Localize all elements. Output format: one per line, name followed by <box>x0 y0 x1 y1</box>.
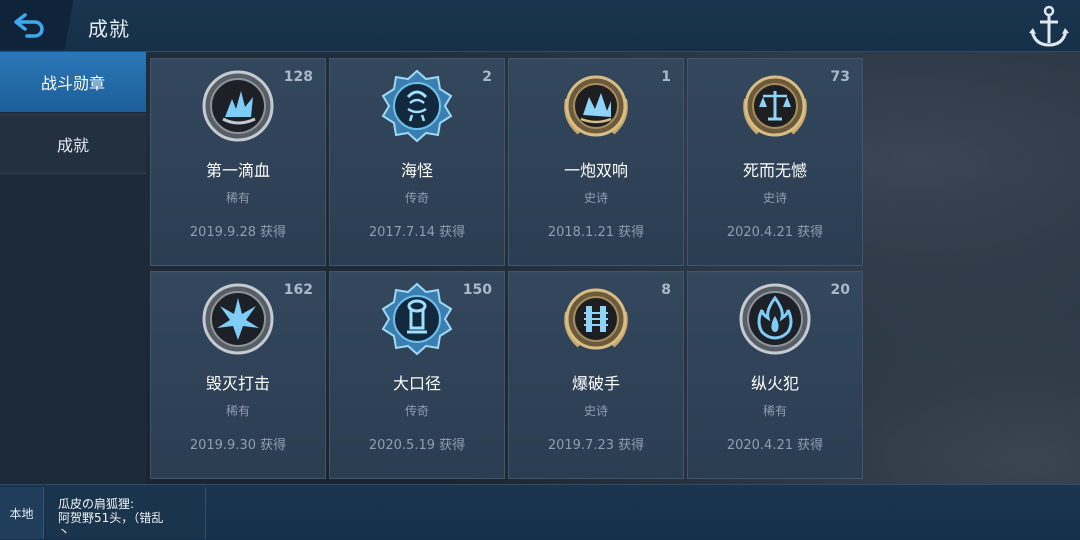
tab-battle-medals[interactable]: 战斗勋章 <box>0 52 146 112</box>
medal-rarity: 史诗 <box>762 191 787 205</box>
medal-name: 爆破手 <box>571 374 620 393</box>
back-button-slant <box>58 0 80 50</box>
medal-date: 2018.1.21 获得 <box>547 225 645 240</box>
kraken-icon <box>381 69 453 143</box>
double-shot-icon <box>564 75 628 137</box>
medal-date: 2020.4.21 获得 <box>726 225 824 240</box>
header-bar: 成就 <box>0 0 1080 52</box>
sidebar: 战斗勋章 成就 <box>0 52 146 484</box>
back-arrow-icon <box>14 13 44 38</box>
medal-card[interactable]: 8 爆破手 史诗 2019.7.23 获得 <box>508 271 684 479</box>
tab-achievements[interactable]: 成就 <box>0 114 146 174</box>
chat-line: 丶 <box>58 525 71 539</box>
medal-rarity: 传奇 <box>404 404 429 418</box>
cannon-icon <box>381 282 453 356</box>
medal-card[interactable]: 162 毁灭打击 稀有 2019.9.30 获得 <box>150 271 326 479</box>
medal-count: 20 <box>830 282 850 298</box>
medal-card[interactable]: 20 纵火犯 稀有 2020.4.21 获得 <box>687 271 863 479</box>
medal-card[interactable]: 150 大口径 传奇 2020.5.19 获得 <box>329 271 505 479</box>
medal-rarity: 稀有 <box>225 191 250 205</box>
chat-message-box[interactable]: 瓜皮の肩狐狸: 阿贺野51头，（错乱 丶 <box>46 487 206 539</box>
medal-card[interactable]: 73 死而无憾 史诗 2020.4.21 获得 <box>687 58 863 266</box>
medal-date: 2019.9.30 获得 <box>189 438 287 453</box>
medal-date: 2020.4.21 获得 <box>726 438 824 453</box>
medal-count: 1 <box>661 69 671 85</box>
back-button[interactable] <box>0 0 60 50</box>
scales-icon <box>743 75 807 137</box>
medal-count: 128 <box>283 69 313 85</box>
medal-count: 2 <box>482 69 492 85</box>
medal-grid: 128 第一滴血 稀有 2019.9.28 获得 2 海怪 传奇 2017.7.… <box>150 58 866 484</box>
medal-date: 2019.7.23 获得 <box>547 438 645 453</box>
anchor-icon <box>1029 5 1069 47</box>
chat-line: 瓜皮の肩狐狸: <box>58 497 135 511</box>
medal-name: 海怪 <box>400 161 433 180</box>
medal-card[interactable]: 128 第一滴血 稀有 2019.9.28 获得 <box>150 58 326 266</box>
medal-date: 2019.9.28 获得 <box>189 225 287 240</box>
medal-name: 大口径 <box>392 374 441 393</box>
chat-channel-button[interactable]: 本地 <box>0 487 44 539</box>
chat-bar: 本地 瓜皮の肩狐狸: 阿贺野51头，（错乱 丶 <box>0 484 1080 540</box>
medal-date: 2017.7.14 获得 <box>368 225 466 240</box>
medal-name: 死而无憾 <box>742 161 807 180</box>
medal-count: 162 <box>283 282 313 298</box>
medal-name: 毁灭打击 <box>205 374 270 393</box>
medal-name: 第一滴血 <box>205 161 270 180</box>
medal-rarity: 传奇 <box>404 191 429 205</box>
chat-line: 阿贺野51头，（错乱 <box>58 511 164 525</box>
medal-count: 150 <box>462 282 492 298</box>
medal-rarity: 史诗 <box>583 191 608 205</box>
medal-rarity: 稀有 <box>225 404 250 418</box>
medal-rarity: 史诗 <box>583 404 608 418</box>
medal-count: 73 <box>830 69 850 85</box>
medal-card[interactable]: 1 一炮双响 史诗 2018.1.21 获得 <box>508 58 684 266</box>
splash-icon <box>202 70 274 142</box>
medal-count: 8 <box>661 282 671 298</box>
medal-date: 2020.5.19 获得 <box>368 438 466 453</box>
explosion-icon <box>202 283 274 355</box>
medal-name: 一炮双响 <box>563 161 628 180</box>
page-title: 成就 <box>88 17 130 41</box>
medal-card[interactable]: 2 海怪 传奇 2017.7.14 获得 <box>329 58 505 266</box>
medal-rarity: 稀有 <box>762 404 787 418</box>
medal-name: 纵火犯 <box>750 374 799 393</box>
fire-icon <box>739 283 811 355</box>
dynamite-icon <box>564 288 628 350</box>
anchor-button[interactable] <box>1026 2 1072 50</box>
